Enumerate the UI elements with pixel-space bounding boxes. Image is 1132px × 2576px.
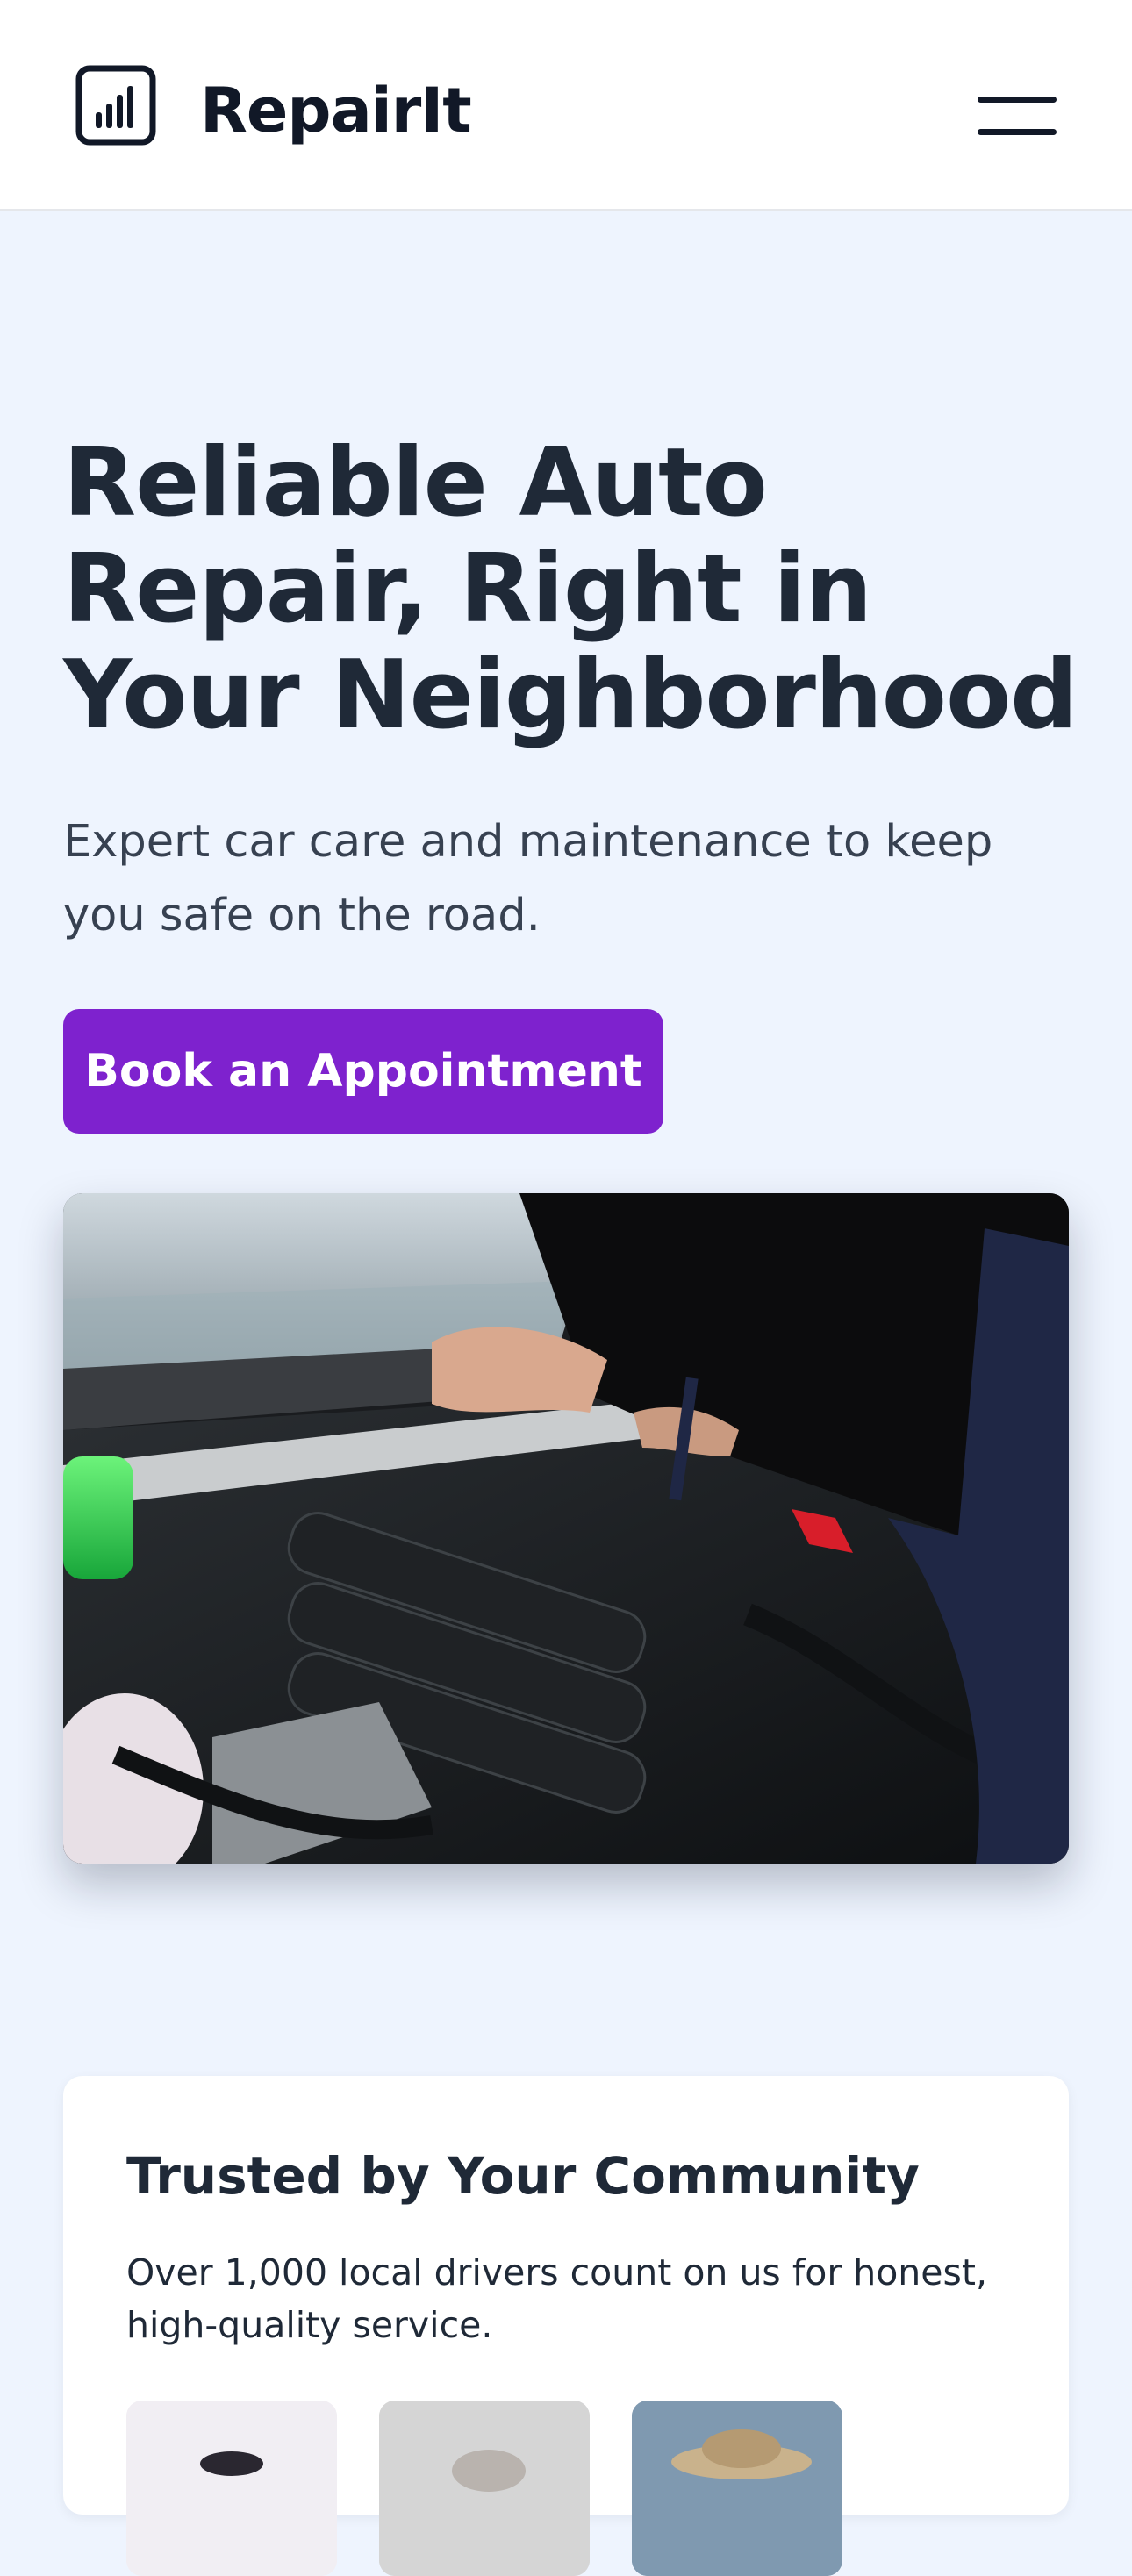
bar-chart-icon[interactable]	[75, 65, 156, 146]
hero-subtitle: Expert car care and maintenance to keep …	[63, 816, 993, 941]
menu-bar-bottom	[978, 129, 1057, 135]
customer-avatar	[379, 2401, 590, 2576]
avatar-photo	[126, 2401, 337, 2576]
customer-avatar	[632, 2401, 842, 2576]
brand-name[interactable]: RepairIt	[200, 70, 472, 151]
hero-title: Reliable Auto Repair, Right in Your Neig…	[63, 428, 1078, 750]
trust-text: Over 1,000 local drivers count on us for…	[126, 2251, 987, 2346]
hero-image	[63, 1193, 1069, 1864]
trust-title: Trusted by Your Community	[126, 2146, 920, 2206]
trust-card: Trusted by Your Community Over 1,000 loc…	[63, 2076, 1069, 2576]
mechanic-engine-illustration	[63, 1193, 1069, 1864]
customer-avatar	[126, 2401, 337, 2576]
menu-bar-top	[978, 97, 1057, 103]
book-appointment-button[interactable]: Book an Appointment	[63, 1009, 663, 1134]
site-header: RepairIt	[0, 0, 1132, 211]
hamburger-menu-icon[interactable]	[965, 84, 1064, 146]
avatar-photo	[632, 2401, 842, 2576]
avatar-photo	[379, 2401, 590, 2576]
